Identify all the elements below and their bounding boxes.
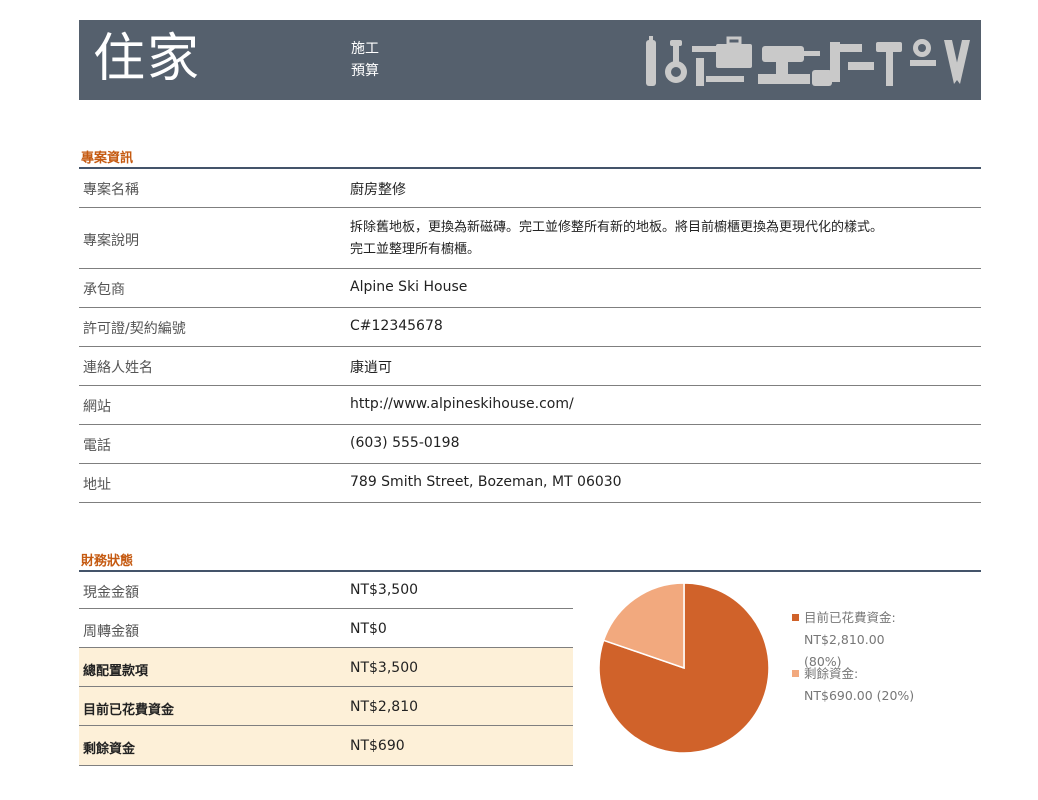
project-row-value: 廚房整修 bbox=[350, 182, 406, 198]
project-row-contact: 連絡人姓名 康逍可 bbox=[79, 347, 981, 386]
project-row-label: 網站 bbox=[83, 399, 111, 415]
project-row-label: 連絡人姓名 bbox=[83, 360, 153, 376]
legend-swatch bbox=[792, 614, 799, 621]
finance-row-spent: 目前已花費資金 NT$2,810 bbox=[79, 687, 573, 726]
project-row-address: 地址 789 Smith Street, Bozeman, MT 06030 bbox=[79, 464, 981, 503]
finance-row-value: NT$3,500 bbox=[350, 660, 419, 676]
page-title: 住家 bbox=[93, 29, 202, 89]
project-row-description: 專案說明 拆除舊地板，更換為新磁磚。完工並修整所有新的地板。將目前櫥櫃更換為更現… bbox=[79, 208, 981, 269]
project-row-value: 789 Smith Street, Bozeman, MT 06030 bbox=[350, 474, 622, 490]
finance-row-value: NT$690 bbox=[350, 738, 405, 754]
finance-row-label: 現金金額 bbox=[83, 585, 139, 601]
finance-row-value: NT$3,500 bbox=[350, 582, 419, 598]
project-row-value: Alpine Ski House bbox=[350, 279, 468, 295]
finance-row-label: 目前已花費資金 bbox=[83, 703, 175, 718]
project-row-value-line-1: 拆除舊地板，更換為新磁磚。完工並修整所有新的地板。將目前櫥櫃更換為更現代化的樣式… bbox=[350, 220, 884, 235]
finance-row-label: 總配置款項 bbox=[83, 664, 149, 679]
project-row-value: (603) 555-0198 bbox=[350, 435, 460, 451]
project-row-label: 承包商 bbox=[83, 282, 125, 298]
finance-row-value: NT$2,810 bbox=[350, 699, 419, 715]
project-row-label: 地址 bbox=[83, 477, 111, 493]
project-row-value: C#12345678 bbox=[350, 318, 443, 334]
legend-swatch bbox=[792, 670, 799, 677]
header-banner: 住家 施工 預算 bbox=[79, 20, 981, 100]
subtitle-line-1: 施工 bbox=[351, 41, 379, 57]
finance-row-total: 總配置款項 NT$3,500 bbox=[79, 648, 573, 687]
page-subtitle: 施工 預算 bbox=[351, 38, 379, 82]
legend-label: 剩餘資金: bbox=[804, 666, 858, 681]
legend-label: NT$690.00 (20%) bbox=[804, 688, 914, 703]
project-row-contractor: 承包商 Alpine Ski House bbox=[79, 269, 981, 308]
project-section-title: 專案資訊 bbox=[81, 151, 134, 166]
project-row-value: 康逍可 bbox=[350, 360, 392, 376]
project-row-label: 許可證/契約編號 bbox=[83, 321, 186, 337]
project-row-name: 專案名稱 廚房整修 bbox=[79, 169, 981, 208]
subtitle-line-2: 預算 bbox=[351, 63, 379, 79]
legend-label: 目前已花費資金: bbox=[804, 610, 896, 625]
finance-row-label: 剩餘資金 bbox=[83, 742, 136, 757]
finance-row-remaining: 剩餘資金 NT$690 bbox=[79, 726, 573, 766]
project-row-label: 專案名稱 bbox=[83, 182, 139, 198]
website-link[interactable]: http://www.alpineskihouse.com/ bbox=[350, 396, 574, 412]
finance-row-cash: 現金金額 NT$3,500 bbox=[79, 572, 573, 609]
project-row-label: 電話 bbox=[83, 438, 111, 454]
project-row-value-line-2: 完工並整理所有櫥櫃。 bbox=[350, 242, 481, 257]
tools-icon bbox=[646, 36, 970, 86]
finance-row-working: 周轉金額 NT$0 bbox=[79, 609, 573, 648]
finance-section-title: 財務狀態 bbox=[81, 554, 134, 569]
project-row-permit: 許可證/契約編號 C#12345678 bbox=[79, 308, 981, 347]
project-row-website: 網站 http://www.alpineskihouse.com/ bbox=[79, 386, 981, 425]
project-row-label: 專案說明 bbox=[83, 233, 139, 249]
finance-row-label: 周轉金額 bbox=[83, 624, 139, 640]
finance-row-value: NT$0 bbox=[350, 621, 387, 637]
project-row-phone: 電話 (603) 555-0198 bbox=[79, 425, 981, 464]
budget-pie-chart: 目前已花費資金:NT$2,810.00(80%)剩餘資金:NT$690.00 (… bbox=[598, 582, 914, 754]
legend-label: NT$2,810.00 bbox=[804, 632, 885, 647]
